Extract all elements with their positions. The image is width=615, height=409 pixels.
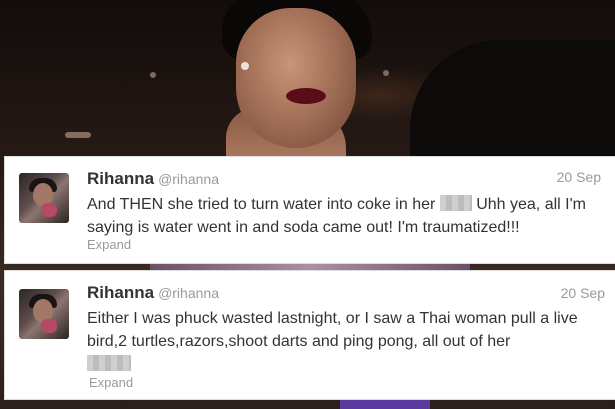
author-handle[interactable]: @rihanna [158, 285, 219, 301]
censor-block-icon [87, 355, 131, 371]
stage-light [383, 70, 389, 76]
tweet-author[interactable]: Rihanna @rihanna [87, 283, 219, 303]
expand-link[interactable]: Expand [87, 237, 131, 252]
censor-block-icon [439, 195, 472, 211]
photo-face-shape [236, 8, 356, 148]
tweet-date[interactable]: 20 Sep [561, 285, 605, 301]
tweet-author[interactable]: Rihanna @rihanna [87, 169, 219, 189]
tweet-card[interactable]: Rihanna @rihanna 20 Sep Either I was phuc… [4, 270, 615, 400]
avatar[interactable] [19, 173, 69, 223]
tweet-text-part: And THEN she tried to turn water into co… [87, 196, 440, 213]
author-name[interactable]: Rihanna [87, 169, 154, 188]
avatar[interactable] [19, 289, 69, 339]
tweet-text: Either I was phuck wasted lastnight, or … [87, 307, 607, 376]
avatar-hand-shape [41, 319, 57, 333]
tweet-text: And THEN she tried to turn water into co… [87, 193, 607, 239]
expand-link[interactable]: Expand [89, 375, 133, 390]
avatar-hand-shape [41, 203, 57, 217]
tweet-card[interactable]: Rihanna @rihanna 20 Sep And THEN she trie… [4, 156, 615, 264]
photo-earring-shape [241, 62, 249, 70]
author-name[interactable]: Rihanna [87, 283, 154, 302]
author-handle[interactable]: @rihanna [158, 171, 219, 187]
tweet-date[interactable]: 20 Sep [557, 169, 601, 185]
stage-light [150, 72, 156, 78]
photo-lips-shape [286, 88, 326, 104]
tweet-text-part: Either I was phuck wasted lastnight, or … [87, 310, 578, 350]
stage-light [65, 132, 91, 138]
